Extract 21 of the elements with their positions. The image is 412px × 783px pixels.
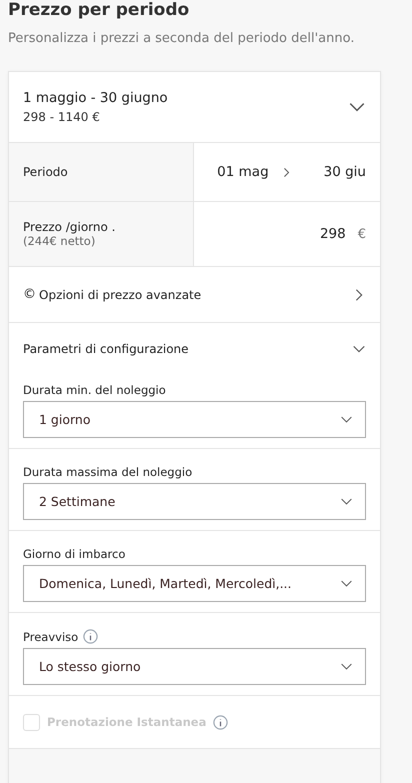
field-label: Preavviso — [23, 630, 78, 644]
dropdown-select[interactable]: Domenica, Lunedì, Martedì, Mercoledì,... — [23, 565, 366, 602]
end-date[interactable]: 30 giu — [324, 164, 366, 180]
advanced-options-row[interactable]: © Opzioni di prezzo avanzate — [9, 267, 380, 323]
period-title: 1 maggio - 30 giugno — [23, 90, 168, 106]
dropdown-select[interactable]: Lo stesso giorno — [23, 648, 366, 685]
currency-symbol: € — [358, 226, 366, 242]
page-subtitle: Personalizza i prezzi a seconda del periodo dell'anno. — [8, 30, 356, 48]
field-label: Giorno di imbarco — [23, 547, 126, 561]
page-title: Prezzo per periodo — [8, 0, 190, 20]
dropdown-select[interactable]: 2 Settimane — [23, 483, 366, 520]
dropdown-select[interactable]: 1 giorno — [23, 401, 366, 438]
info-icon[interactable] — [83, 629, 98, 644]
table-cell: Prezzo /giorno . (244€ netto) — [9, 202, 194, 266]
price-range: 298 - 1140 € — [23, 110, 101, 124]
table-cell: Periodo — [9, 143, 194, 201]
price-value[interactable]: 298 — [320, 226, 346, 242]
field-label: Durata massima del noleggio — [23, 465, 192, 479]
field-label: Durata min. del noleggio — [23, 383, 166, 397]
config-section-header[interactable]: Parametri di configurazione — [9, 323, 380, 375]
start-date[interactable]: 01 mag — [217, 164, 269, 180]
